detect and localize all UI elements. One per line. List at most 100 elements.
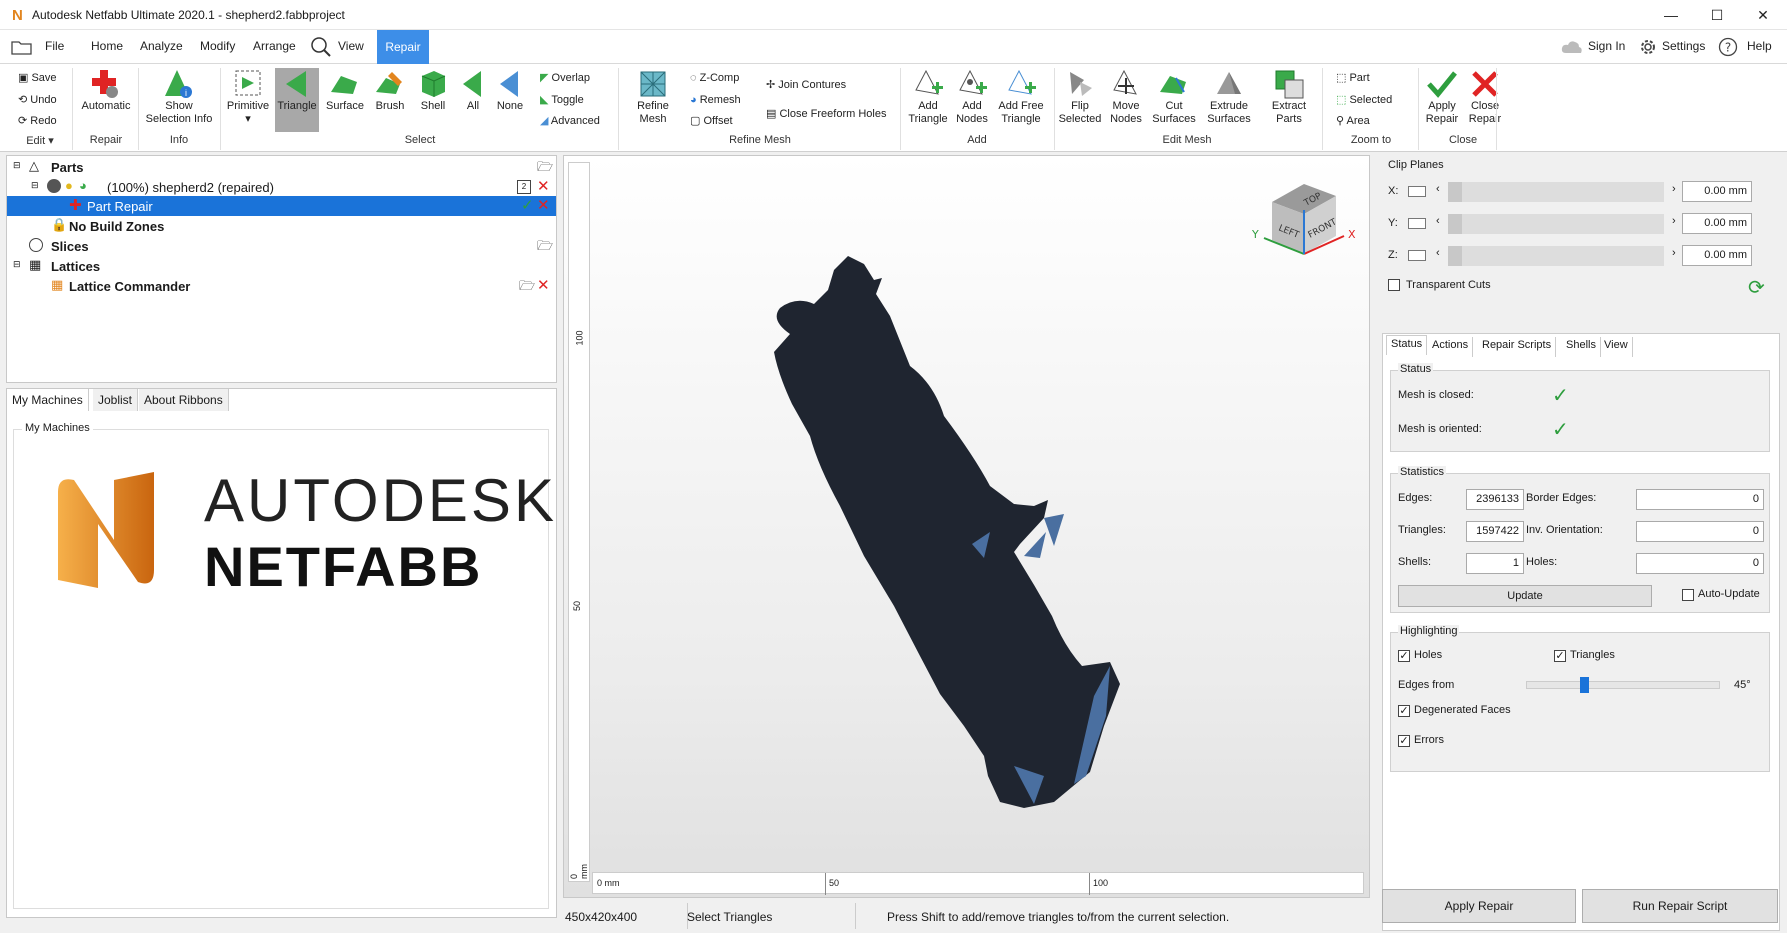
- extract-parts-button[interactable]: Extract Parts: [1260, 68, 1318, 126]
- zoom-part-button[interactable]: ⬚ Part: [1336, 72, 1370, 85]
- apply-check-icon[interactable]: ✓: [521, 196, 534, 214]
- automatic-repair-button[interactable]: Automatic: [76, 68, 136, 113]
- tree-row-parts[interactable]: ⊟ △ Parts 🗁: [7, 157, 556, 177]
- clip-x-input[interactable]: 0.00 mm: [1682, 181, 1752, 202]
- slider-thumb[interactable]: [1580, 677, 1589, 693]
- part-visibility-icon[interactable]: [47, 179, 61, 193]
- tree-row-part[interactable]: ⊟ ● ◕ (100%) shepherd2 (repaired) 2 ✕: [7, 177, 556, 197]
- minimize-button[interactable]: —: [1648, 0, 1694, 30]
- mesh-model[interactable]: [714, 256, 1214, 836]
- refine-mesh-button[interactable]: Refine Mesh: [626, 68, 680, 126]
- tab-about-ribbons[interactable]: About Ribbons: [139, 389, 229, 411]
- transparent-cuts-checkbox[interactable]: [1388, 279, 1400, 291]
- auto-update-checkbox[interactable]: [1682, 589, 1694, 601]
- advanced-button[interactable]: ◢ Advanced: [540, 115, 600, 128]
- clip-y-toggle[interactable]: [1408, 218, 1426, 229]
- collapse-icon[interactable]: ⊟: [13, 160, 21, 171]
- degenerated-faces-checkbox[interactable]: ✓: [1398, 705, 1410, 717]
- holes-checkbox[interactable]: ✓: [1398, 650, 1410, 662]
- menu-modify[interactable]: Modify: [200, 39, 235, 53]
- clip-y-right-arrow[interactable]: ›: [1672, 215, 1676, 227]
- folder-open-icon[interactable]: 🗁: [519, 277, 535, 299]
- errors-checkbox[interactable]: ✓: [1398, 735, 1410, 747]
- shell-select-button[interactable]: Shell: [413, 68, 453, 113]
- tree-row-no-build[interactable]: 🔒 No Build Zones: [7, 216, 556, 236]
- clip-z-left-arrow[interactable]: ‹: [1436, 247, 1440, 259]
- select-all-button[interactable]: All: [455, 68, 491, 113]
- bulb-icon[interactable]: ●: [65, 178, 73, 193]
- clip-z-input[interactable]: 0.00 mm: [1682, 245, 1752, 266]
- rtab-status[interactable]: Status: [1386, 335, 1428, 355]
- clip-y-left-arrow[interactable]: ‹: [1436, 215, 1440, 227]
- menu-arrange[interactable]: Arrange: [253, 39, 296, 53]
- clip-z-slider[interactable]: [1448, 246, 1664, 266]
- undo-button[interactable]: ⟲ Undo: [18, 94, 57, 107]
- clip-x-left-arrow[interactable]: ‹: [1436, 183, 1440, 195]
- menu-repair[interactable]: Repair: [377, 30, 429, 64]
- extrude-surfaces-button[interactable]: Extrude Surfaces: [1200, 68, 1258, 126]
- menu-analyze[interactable]: Analyze: [140, 39, 183, 53]
- primitive-button[interactable]: Primitive ▾: [226, 68, 270, 126]
- help-link[interactable]: Help: [1747, 39, 1772, 53]
- redo-button[interactable]: ⟳ Redo: [18, 115, 57, 128]
- save-button[interactable]: ▣ Save: [18, 72, 57, 85]
- clip-y-slider[interactable]: [1448, 214, 1664, 234]
- clip-x-slider[interactable]: [1448, 182, 1664, 202]
- move-nodes-button[interactable]: Move Nodes: [1104, 68, 1148, 126]
- clip-x-toggle[interactable]: [1408, 186, 1426, 197]
- remove-lattice-icon[interactable]: ✕: [537, 276, 550, 294]
- color-wheel-icon[interactable]: ◕: [79, 178, 87, 193]
- zoom-area-button[interactable]: ⚲ Area: [1336, 115, 1370, 128]
- tree-row-part-repair[interactable]: ✚ Part Repair ✓ ✕: [7, 196, 556, 216]
- toggle-button[interactable]: ◣ Toggle: [540, 94, 584, 107]
- maximize-button[interactable]: ☐: [1694, 0, 1740, 30]
- run-repair-script-button[interactable]: Run Repair Script: [1582, 889, 1778, 923]
- gear-icon[interactable]: [1638, 37, 1658, 57]
- tab-my-machines[interactable]: My Machines: [7, 389, 89, 411]
- add-triangle-button[interactable]: Add Triangle: [904, 68, 952, 126]
- collapse-icon[interactable]: ⊟: [13, 259, 21, 270]
- close-freeform-holes-button[interactable]: ▤ Close Freeform Holes: [766, 108, 886, 121]
- apply-repair-ribbon-button[interactable]: Apply Repair: [1420, 68, 1464, 126]
- settings-link[interactable]: Settings: [1662, 39, 1705, 53]
- update-button[interactable]: Update: [1398, 585, 1652, 607]
- overlap-button[interactable]: ◤ Overlap: [540, 72, 590, 85]
- clip-z-right-arrow[interactable]: ›: [1672, 247, 1676, 259]
- clip-z-toggle[interactable]: [1408, 250, 1426, 261]
- sign-in-link[interactable]: Sign In: [1588, 39, 1625, 53]
- menu-home[interactable]: Home: [91, 39, 123, 53]
- collapse-icon[interactable]: ⊟: [31, 180, 39, 191]
- tree-row-lattices[interactable]: ⊟ ▦ Lattices: [7, 256, 556, 276]
- rtab-repair-scripts[interactable]: Repair Scripts: [1478, 337, 1557, 357]
- apply-repair-button[interactable]: Apply Repair: [1382, 889, 1576, 923]
- brush-select-button[interactable]: Brush: [368, 68, 412, 113]
- remove-part-icon[interactable]: ✕: [537, 177, 550, 195]
- join-contures-button[interactable]: ✢ Join Contures: [766, 79, 846, 92]
- close-window-button[interactable]: ✕: [1740, 0, 1786, 30]
- rtab-actions[interactable]: Actions: [1428, 337, 1474, 357]
- menu-file[interactable]: File: [45, 39, 64, 53]
- show-selection-info-button[interactable]: i Show Selection Info: [142, 68, 216, 126]
- remesh-button[interactable]: ◕ Remesh: [690, 94, 741, 107]
- flip-selected-button[interactable]: Flip Selected: [1056, 68, 1104, 126]
- add-nodes-button[interactable]: Add Nodes: [952, 68, 992, 126]
- close-repair-ribbon-button[interactable]: Close Repair: [1464, 68, 1506, 126]
- edit-group-label[interactable]: Edit ▾: [10, 134, 70, 147]
- tree-row-slices[interactable]: Slices 🗁: [7, 236, 556, 256]
- tab-joblist[interactable]: Joblist: [93, 389, 139, 411]
- folder-icon[interactable]: [11, 38, 33, 56]
- select-none-button[interactable]: None: [492, 68, 528, 113]
- cut-surfaces-button[interactable]: Cut Surfaces: [1148, 68, 1200, 126]
- 3d-viewport[interactable]: 100 50 0 mm 0 mm 50 100 TOP LEFT FRONT Y…: [563, 155, 1370, 898]
- edges-angle-slider[interactable]: [1526, 677, 1720, 693]
- clip-x-right-arrow[interactable]: ›: [1672, 183, 1676, 195]
- triangles-checkbox[interactable]: ✓: [1554, 650, 1566, 662]
- help-icon[interactable]: ?: [1718, 37, 1738, 57]
- rtab-view[interactable]: View: [1600, 337, 1633, 357]
- add-free-triangle-button[interactable]: Add Free Triangle: [992, 68, 1050, 126]
- search-icon[interactable]: [309, 35, 333, 59]
- discard-icon[interactable]: ✕: [537, 196, 550, 214]
- tree-row-lattice-commander[interactable]: ▦ Lattice Commander 🗁 ✕: [7, 276, 556, 296]
- clip-y-input[interactable]: 0.00 mm: [1682, 213, 1752, 234]
- triangle-select-button[interactable]: Triangle: [275, 68, 319, 132]
